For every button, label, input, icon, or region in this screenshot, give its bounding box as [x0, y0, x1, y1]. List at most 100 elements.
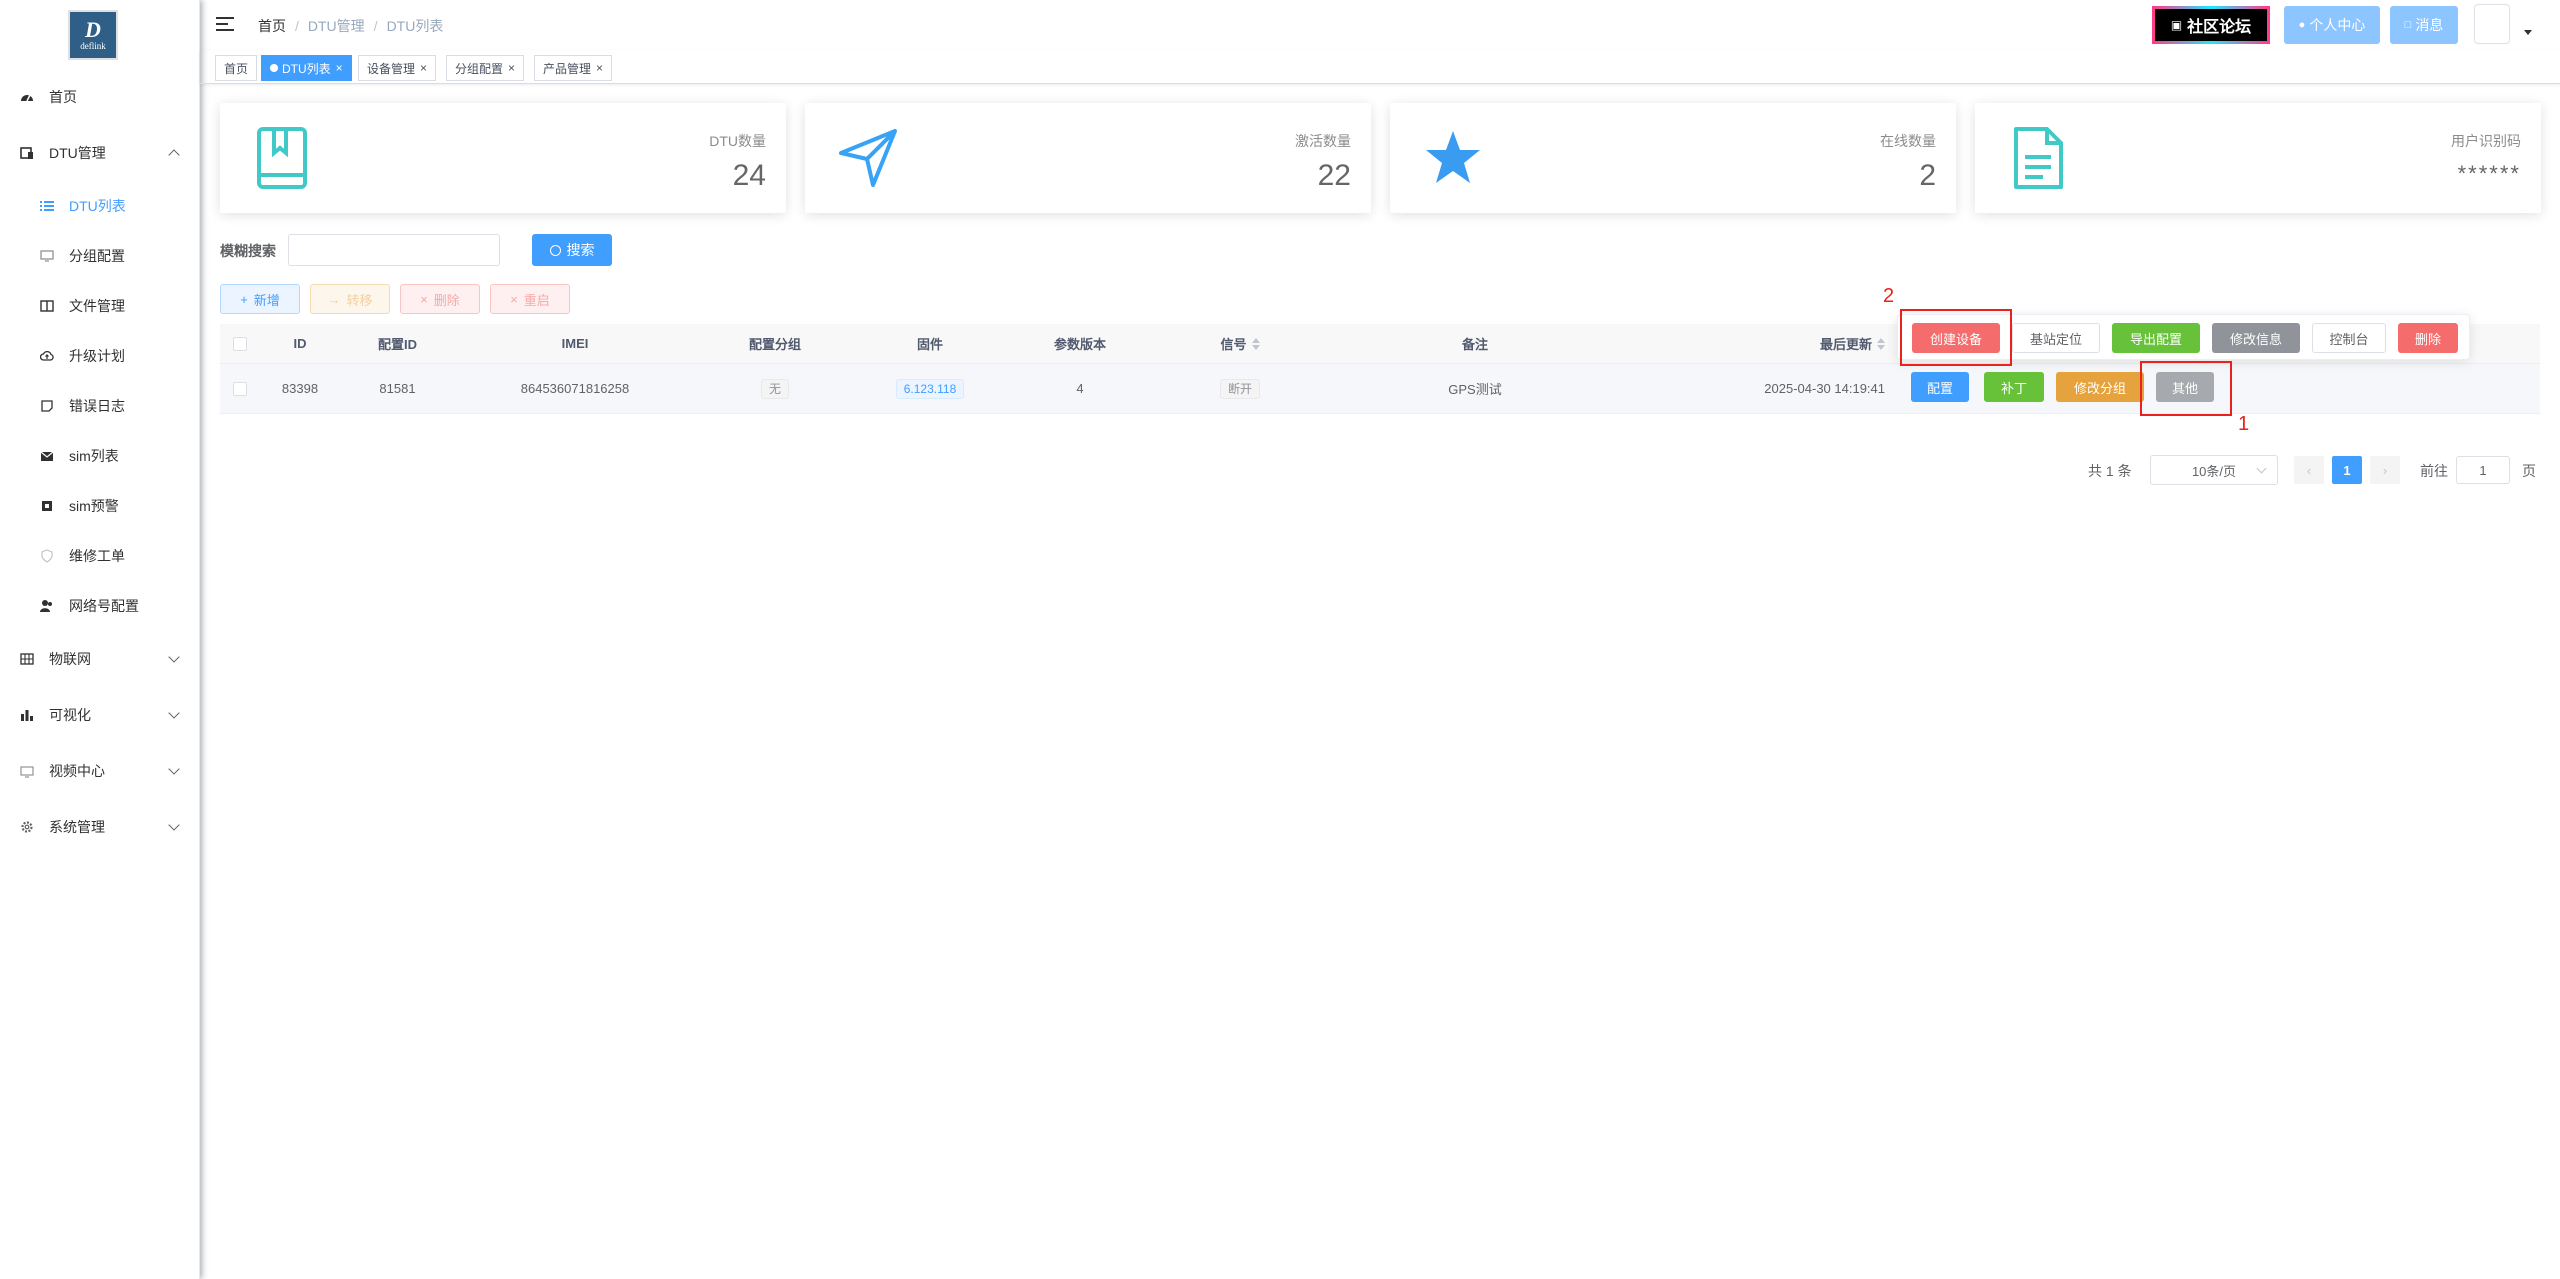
breadcrumb-home[interactable]: 首页	[258, 18, 286, 34]
th-id: ID	[293, 336, 307, 351]
breadcrumb-dtu-manage[interactable]: DTU管理	[308, 18, 365, 34]
page-number-1[interactable]: 1	[2332, 456, 2362, 484]
tag-home[interactable]: 首页	[215, 55, 258, 81]
cell-config-id: 81581	[379, 381, 416, 396]
device-icon	[20, 146, 34, 160]
sidebar-item-label: 错误日志	[69, 398, 125, 414]
sidebar-item-network-config[interactable]: 网络号配置	[0, 581, 200, 631]
edit-info-button[interactable]: 修改信息	[2212, 323, 2300, 353]
tag-group-config[interactable]: 分组配置 ×	[446, 55, 525, 81]
cell-location-button[interactable]: 基站定位	[2012, 323, 2100, 353]
config-button[interactable]: 配置	[1911, 372, 1969, 402]
log-icon	[40, 399, 54, 413]
active-dot-icon	[270, 64, 278, 72]
sidebar-item-sim-list[interactable]: sim列表	[0, 431, 200, 481]
stat-value: 24	[732, 159, 766, 192]
firmware-tag: 6.123.118	[895, 378, 965, 399]
forum-button[interactable]: ▣ 社区论坛	[2152, 6, 2270, 44]
restart-button[interactable]: × 重启	[490, 284, 570, 314]
th-signal[interactable]: 信号	[1155, 324, 1325, 363]
sidebar-item-label: 系统管理	[49, 819, 105, 835]
select-all-checkbox[interactable]	[220, 324, 260, 363]
next-page-button[interactable]: ›	[2370, 456, 2400, 484]
tag-label: 首页	[224, 61, 249, 76]
sidebar-item-label: 物联网	[49, 651, 91, 667]
restart-button-label: 重启	[523, 292, 550, 308]
sidebar-item-visualization[interactable]: 可视化	[0, 690, 200, 740]
close-icon[interactable]: ×	[336, 61, 343, 75]
tags-view: 首页 DTU列表 × 设备管理 × 分组配置 × 产品管理 ×	[200, 50, 2560, 84]
close-icon[interactable]: ×	[508, 61, 515, 75]
shield-icon	[40, 549, 54, 563]
tag-device-manage[interactable]: 设备管理 ×	[358, 55, 437, 81]
sidebar-item-iot[interactable]: 物联网	[0, 634, 200, 684]
hamburger-icon[interactable]	[216, 17, 234, 31]
peoples-icon	[40, 599, 54, 613]
sidebar-item-upgrade-plan[interactable]: 升级计划	[0, 331, 200, 381]
cell-firmware: 6.123.118	[855, 364, 1005, 413]
sidebar-item-label: 网络号配置	[69, 598, 139, 614]
sidebar-item-dtu-list[interactable]: DTU列表	[0, 181, 200, 231]
sort-icon[interactable]	[1877, 337, 1885, 350]
delete-device-button[interactable]: 删除	[2398, 323, 2458, 353]
sidebar-item-system[interactable]: 系统管理	[0, 802, 200, 852]
sidebar-item-label: 视频中心	[49, 763, 105, 779]
sidebar-item-file-manage[interactable]: 文件管理	[0, 281, 200, 331]
sidebar-item-repair-order[interactable]: 维修工单	[0, 531, 200, 581]
logo[interactable]: D deflink	[68, 10, 118, 60]
navbar: 首页 / DTU管理 / DTU列表 ▣ 社区论坛 ● 个人中心 □ 消息	[200, 0, 2560, 50]
pagination-total: 共 1 条	[2088, 463, 2132, 479]
breadcrumb-dtu-list: DTU列表	[386, 18, 444, 34]
close-icon[interactable]: ×	[596, 61, 603, 75]
search-button[interactable]: 搜索	[532, 234, 612, 266]
chevron-down-icon	[168, 707, 180, 719]
console-button[interactable]: 控制台	[2312, 323, 2386, 353]
tag-label: 设备管理	[367, 61, 416, 76]
stat-card-online-count: 在线数量 2	[1390, 103, 1956, 213]
caret-down-icon[interactable]	[2524, 30, 2532, 35]
export-config-button[interactable]: 导出配置	[2112, 323, 2200, 353]
row-checkbox[interactable]	[220, 364, 260, 413]
plus-icon: +	[240, 291, 248, 307]
chat-icon: ▣	[2170, 18, 2183, 32]
goto-page-input[interactable]: 1	[2456, 456, 2510, 484]
avatar[interactable]	[2474, 4, 2510, 44]
page-unit-label: 页	[2522, 463, 2536, 479]
search-input[interactable]	[288, 234, 500, 266]
sidebar-item-label: 文件管理	[69, 298, 125, 314]
user-icon: ●	[2298, 19, 2306, 31]
tag-product-manage[interactable]: 产品管理 ×	[534, 55, 613, 81]
th-last-update-label: 最后更新	[1819, 337, 1872, 352]
patch-button[interactable]: 补丁	[1984, 372, 2044, 402]
tag-label: 产品管理	[543, 61, 592, 76]
message-button[interactable]: □ 消息	[2390, 6, 2458, 44]
sidebar-item-dtu-manage[interactable]: DTU管理	[0, 128, 200, 178]
search-button-label: 搜索	[566, 242, 595, 258]
sort-icon[interactable]	[1251, 337, 1260, 350]
page-size-select[interactable]: 10条/页	[2150, 455, 2278, 485]
tag-dtu-list[interactable]: DTU列表 ×	[261, 55, 352, 81]
sidebar-item-sim-alert[interactable]: sim预警	[0, 481, 200, 531]
tag-label: 分组配置	[455, 61, 504, 76]
logo-text: deflink	[80, 41, 106, 51]
th-param-version: 参数版本	[1053, 337, 1106, 352]
delete-button[interactable]: × 删除	[400, 284, 480, 314]
prev-page-button[interactable]: ‹	[2294, 456, 2324, 484]
profile-button[interactable]: ● 个人中心	[2284, 6, 2380, 44]
sidebar-item-error-log[interactable]: 错误日志	[0, 381, 200, 431]
sidebar-item-home[interactable]: 首页	[0, 72, 200, 122]
add-button[interactable]: + 新增	[220, 284, 300, 314]
edit-group-button[interactable]: 修改分组	[2056, 372, 2144, 402]
stat-label: 用户识别码	[2451, 133, 2521, 149]
close-icon[interactable]: ×	[420, 61, 427, 75]
annotation-label-2: 2	[1883, 285, 1895, 307]
transfer-button[interactable]: → 转移	[310, 284, 390, 314]
close-icon: ×	[420, 291, 428, 307]
sidebar-item-video-center[interactable]: 视频中心	[0, 746, 200, 796]
cell-param-version: 4	[1076, 381, 1084, 396]
sidebar-item-group-config[interactable]: 分组配置	[0, 231, 200, 281]
th-remark: 备注	[1461, 337, 1488, 352]
grid-icon	[20, 652, 34, 666]
th-last-update[interactable]: 最后更新	[1625, 324, 1885, 363]
th-config-group: 配置分组	[748, 337, 801, 352]
